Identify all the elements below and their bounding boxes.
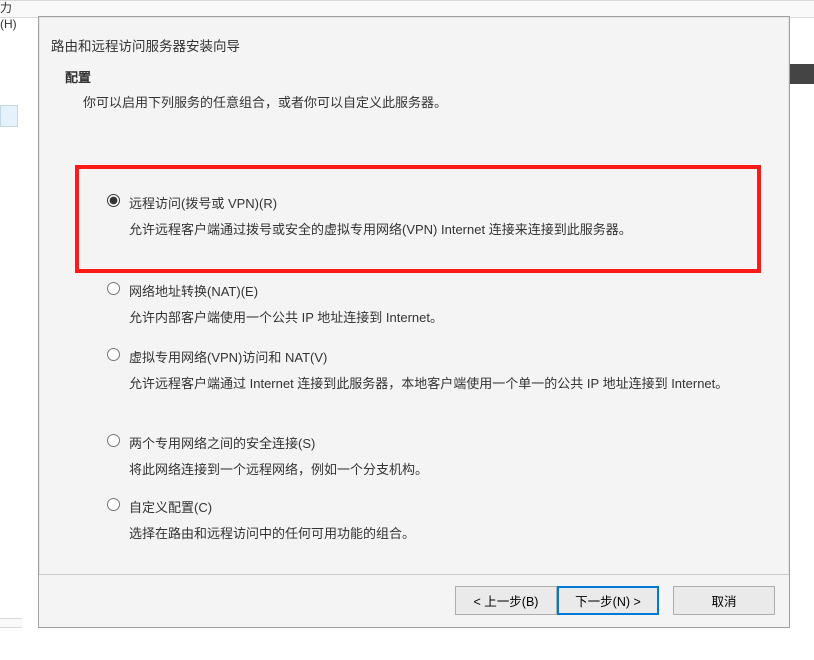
wizard-dialog: 路由和远程访问服务器安装向导 配置 你可以启用下列服务的任意组合，或者你可以自定… <box>38 16 790 628</box>
background-selection <box>0 105 18 127</box>
back-button[interactable]: < 上一步(B) <box>455 586 557 615</box>
option-desc: 允许远程客户端通过拨号或安全的虚拟专用网络(VPN) Internet 连接来连… <box>129 219 749 240</box>
option-vpn-nat[interactable]: 虚拟专用网络(VPN)访问和 NAT(V) 允许远程客户端通过 Internet… <box>107 347 749 394</box>
wizard-header: 路由和远程访问服务器安装向导 配置 你可以启用下列服务的任意组合，或者你可以自定… <box>39 17 789 111</box>
option-label: 网络地址转换(NAT)(E) <box>129 281 749 300</box>
option-desc: 允许远程客户端通过 Internet 连接到此服务器，本地客户端使用一个单一的公… <box>129 373 749 394</box>
option-remote-access[interactable]: 远程访问(拨号或 VPN)(R) 允许远程客户端通过拨号或安全的虚拟专用网络(V… <box>107 193 749 240</box>
radio-custom[interactable] <box>107 498 120 511</box>
radio-nat[interactable] <box>107 282 120 295</box>
option-desc: 选择在路由和远程访问中的任何可用功能的组合。 <box>129 523 749 544</box>
options-area: 远程访问(拨号或 VPN)(R) 允许远程客户端通过拨号或安全的虚拟专用网络(V… <box>39 143 789 569</box>
option-desc: 将此网络连接到一个远程网络，例如一个分支机构。 <box>129 459 749 480</box>
radio-remote-access[interactable] <box>107 194 120 207</box>
option-label: 两个专用网络之间的安全连接(S) <box>129 433 749 452</box>
background-lower <box>0 618 22 628</box>
menu-fragment-help: 力(H) <box>0 0 24 16</box>
radio-vpn-nat[interactable] <box>107 348 120 361</box>
wizard-title: 路由和远程访问服务器安装向导 <box>51 35 777 55</box>
radio-secure-connection[interactable] <box>107 434 120 447</box>
wizard-subheading: 你可以启用下列服务的任意组合，或者你可以自定义此服务器。 <box>83 92 777 111</box>
option-desc: 允许内部客户端使用一个公共 IP 地址连接到 Internet。 <box>129 307 749 328</box>
option-label: 自定义配置(C) <box>129 497 749 516</box>
option-label: 远程访问(拨号或 VPN)(R) <box>129 193 749 212</box>
option-custom[interactable]: 自定义配置(C) 选择在路由和远程访问中的任何可用功能的组合。 <box>107 497 749 544</box>
option-secure-connection[interactable]: 两个专用网络之间的安全连接(S) 将此网络连接到一个远程网络，例如一个分支机构。 <box>107 433 749 480</box>
button-bar: < 上一步(B) 下一步(N) > 取消 <box>39 574 789 627</box>
wizard-heading: 配置 <box>65 67 777 86</box>
option-nat[interactable]: 网络地址转换(NAT)(E) 允许内部客户端使用一个公共 IP 地址连接到 In… <box>107 281 749 328</box>
next-button[interactable]: 下一步(N) > <box>557 586 659 615</box>
cancel-button[interactable]: 取消 <box>673 586 775 615</box>
option-label: 虚拟专用网络(VPN)访问和 NAT(V) <box>129 347 749 366</box>
